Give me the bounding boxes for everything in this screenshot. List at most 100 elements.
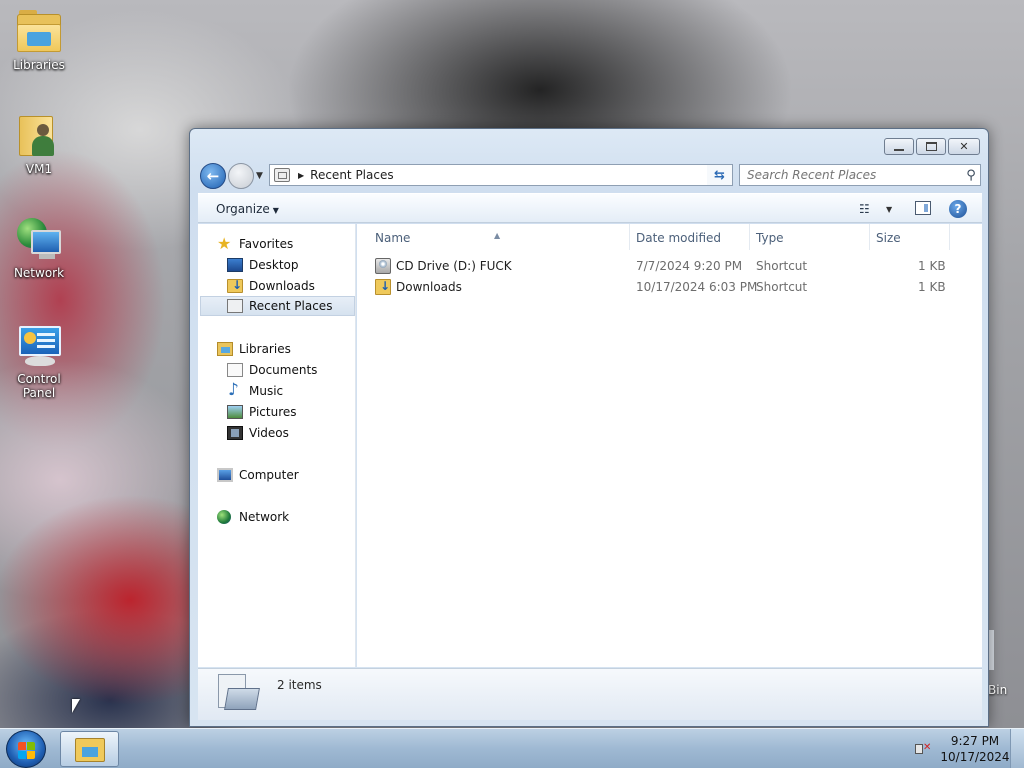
- network-icon: [15, 216, 63, 264]
- tree-item-documents[interactable]: Documents: [227, 360, 317, 380]
- taskbar: 9:27 PM 10/17/2024: [0, 728, 1024, 768]
- sort-ascending-icon: ▲: [494, 231, 501, 240]
- column-header-type[interactable]: Type: [756, 231, 784, 245]
- desktop-icon-label: Control Panel: [17, 372, 61, 400]
- music-icon: [227, 380, 243, 400]
- recycle-bin-label: Bin: [988, 683, 1008, 697]
- libraries-icon: [15, 8, 63, 56]
- tree-label: Documents: [249, 363, 318, 377]
- recent-places-icon: [227, 299, 243, 313]
- libraries-icon: [217, 342, 233, 356]
- tree-label: Favorites: [239, 237, 294, 251]
- tree-item-desktop[interactable]: Desktop: [227, 255, 299, 275]
- file-name: Downloads: [396, 280, 462, 294]
- preview-pane-button[interactable]: [915, 201, 931, 215]
- refresh-button[interactable]: ⇆: [707, 164, 733, 186]
- search-box[interactable]: ⚲: [739, 164, 981, 186]
- start-button[interactable]: [6, 730, 46, 768]
- windows-logo-icon: [18, 742, 26, 750]
- file-row[interactable]: CD Drive (D:) FUCK 7/7/2024 9:20 PM Shor…: [357, 256, 957, 277]
- tree-computer[interactable]: Computer: [217, 465, 299, 485]
- videos-icon: [227, 426, 243, 440]
- close-button[interactable]: [948, 138, 980, 155]
- tree-label: Desktop: [249, 258, 299, 272]
- organize-button[interactable]: Organize ▼: [216, 202, 279, 216]
- tree-network[interactable]: Network: [217, 507, 289, 527]
- navigation-bar: ← ▼ ▶ Recent Places ▼ ⇆ ⚲: [198, 162, 982, 189]
- mouse-cursor-icon: [72, 699, 80, 713]
- navigation-pane: Favorites Desktop Downloads Recent Place…: [198, 224, 356, 667]
- column-divider[interactable]: [629, 224, 630, 250]
- column-headers: ▲ Name Date modified Type Size: [357, 224, 950, 250]
- file-list: ▲ Name Date modified Type Size CD Drive …: [357, 224, 982, 667]
- file-row[interactable]: Downloads 10/17/2024 6:03 PM Shortcut 1 …: [357, 277, 957, 298]
- recent-places-large-icon: [218, 674, 260, 714]
- command-bar: Organize ▼ ☷ ▼ ?: [198, 193, 982, 223]
- column-header-date-modified[interactable]: Date modified: [636, 231, 721, 245]
- details-pane: 2 items: [198, 668, 982, 720]
- desktop-icon-label: Network: [13, 266, 65, 280]
- column-divider[interactable]: [749, 224, 750, 250]
- downloads-icon: [227, 278, 243, 293]
- system-clock[interactable]: 9:27 PM 10/17/2024: [940, 733, 1010, 765]
- organize-label: Organize: [216, 202, 270, 216]
- column-divider[interactable]: [949, 224, 950, 250]
- volume-muted-icon[interactable]: [915, 741, 931, 755]
- change-view-button[interactable]: ☷: [859, 202, 870, 216]
- file-type: Shortcut: [756, 280, 808, 294]
- desktop-icon-libraries[interactable]: Libraries: [0, 8, 78, 72]
- search-input[interactable]: [740, 166, 962, 184]
- column-divider[interactable]: [869, 224, 870, 250]
- tree-label: Music: [249, 384, 284, 398]
- column-header-size[interactable]: Size: [876, 231, 901, 245]
- column-header-name[interactable]: Name: [375, 231, 410, 245]
- desktop-icon-control-panel[interactable]: Control Panel: [0, 322, 78, 400]
- search-icon[interactable]: ⚲: [962, 168, 980, 183]
- address-location[interactable]: Recent Places: [310, 168, 713, 182]
- forward-button[interactable]: [228, 163, 254, 189]
- recent-places-icon: [274, 168, 290, 182]
- help-icon: ?: [954, 202, 962, 216]
- minimize-button[interactable]: [884, 138, 914, 155]
- tree-item-music[interactable]: Music: [227, 380, 284, 401]
- tree-label: Pictures: [249, 405, 297, 419]
- desktop-icon-network[interactable]: Network: [0, 216, 78, 280]
- tree-item-videos[interactable]: Videos: [227, 423, 289, 443]
- breadcrumb-chevron-icon[interactable]: ▶: [298, 171, 304, 180]
- control-panel-icon: [15, 322, 63, 370]
- tree-item-downloads[interactable]: Downloads: [227, 276, 315, 296]
- tree-label: Libraries: [239, 342, 291, 356]
- show-desktop-button[interactable]: [1010, 729, 1024, 768]
- desktop-icon-vm1[interactable]: VM1: [0, 112, 78, 176]
- tree-label: Network: [239, 510, 290, 524]
- file-type: Shortcut: [756, 259, 808, 273]
- file-name: CD Drive (D:) FUCK: [396, 259, 512, 273]
- network-icon: [217, 510, 233, 524]
- tree-label: Recent Places: [249, 299, 333, 313]
- views-icon: ☷: [859, 202, 870, 216]
- explorer-window: ← ▼ ▶ Recent Places ▼ ⇆ ⚲ Organize▼ ☷ ▼ …: [189, 128, 989, 727]
- help-button[interactable]: ?: [949, 200, 967, 218]
- maximize-button[interactable]: [916, 138, 946, 155]
- file-size: 1 KB: [918, 259, 946, 273]
- file-date-modified: 10/17/2024 6:03 PM: [636, 280, 758, 294]
- desktop-icon-label: Libraries: [13, 58, 65, 72]
- file-size: 1 KB: [918, 280, 946, 294]
- recent-pages-dropdown[interactable]: ▼: [256, 171, 263, 181]
- view-options-dropdown[interactable]: ▼: [886, 205, 892, 214]
- back-button[interactable]: ←: [200, 163, 226, 189]
- window-controls: [884, 138, 980, 155]
- star-icon: [217, 234, 233, 253]
- address-bar[interactable]: ▶ Recent Places ▼: [269, 164, 732, 186]
- clock-time: 9:27 PM: [950, 734, 1000, 748]
- refresh-icon: ⇆: [714, 167, 725, 183]
- chevron-down-icon: ▼: [272, 206, 279, 215]
- downloads-folder-icon: [375, 279, 391, 295]
- explorer-icon: [75, 738, 105, 762]
- tree-libraries[interactable]: Libraries: [217, 339, 291, 359]
- taskbar-explorer-button[interactable]: [60, 731, 119, 767]
- desktop-icon-label: VM1: [25, 162, 53, 176]
- tree-favorites[interactable]: Favorites: [217, 234, 293, 254]
- tree-item-recent-places[interactable]: Recent Places: [200, 296, 355, 316]
- tree-item-pictures[interactable]: Pictures: [227, 402, 297, 422]
